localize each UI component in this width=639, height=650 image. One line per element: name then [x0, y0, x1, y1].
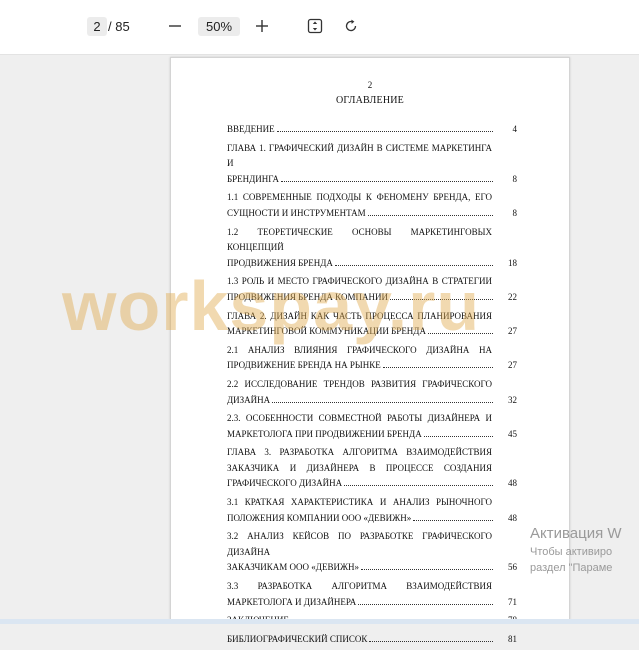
- toc-entry-text: 2.2 ИССЛЕДОВАНИЕ ТРЕНДОВ РАЗВИТИЯ ГРАФИЧ…: [227, 378, 492, 389]
- toc-entry-text: БИБЛИОГРАФИЧЕСКИЙ СПИСОК: [227, 633, 368, 644]
- toc-entry-text: ЗАКАЗЧИКА И ДИЗАЙНЕРА В ПРОЦЕССЕ СОЗДАНИ…: [227, 462, 492, 473]
- toc-entry-page: 45: [508, 428, 517, 439]
- toc-title: ОГЛАВЛЕНИЕ: [336, 95, 404, 106]
- dot-leader: [369, 640, 493, 642]
- toc-entry-page: 8: [512, 173, 518, 184]
- dot-leader: [276, 131, 493, 132]
- toc-entry[interactable]: БИБЛИОГРАФИЧЕСКИЙ СПИСОК 81: [227, 632, 517, 648]
- toc-entry-text: МАРКЕТОЛОГА И ДИЗАЙНЕРА: [227, 596, 357, 607]
- toc-entry-page: 71: [508, 596, 517, 607]
- toc-entry[interactable]: 3.3 РАЗРАБОТКА АЛГОРИТМА ВЗАИМОДЕЙСТВИЯ М…: [227, 579, 517, 610]
- dot-leader: [367, 214, 493, 216]
- toc-entry[interactable]: 2.3. ОСОБЕННОСТИ СОВМЕСТНОЙ РАБОТЫ ДИЗАЙ…: [227, 411, 517, 442]
- dot-leader: [272, 401, 493, 403]
- toc-entry-page: 27: [508, 360, 517, 371]
- toc-entry[interactable]: ГЛАВА 1. ГРАФИЧЕСКИЙ ДИЗАЙН В СИСТЕМЕ МА…: [227, 141, 517, 188]
- toc-entry[interactable]: 3.1 КРАТКАЯ ХАРАКТЕРИСТИКА И АНАЛИЗ РЫНО…: [227, 495, 517, 526]
- page-number: 2: [367, 80, 373, 90]
- page-number-input[interactable]: 2: [87, 17, 107, 36]
- toc-entry-page: 81: [508, 633, 517, 644]
- dot-leader: [382, 367, 493, 369]
- toc-entry-text: СУЩНОСТИ И ИНСТРУМЕНТАМ: [227, 207, 366, 218]
- toc-entry-page: 32: [508, 394, 517, 405]
- toc-entry[interactable]: 2.1 АНАЛИЗ ВЛИЯНИЯ ГРАФИЧЕСКОГО ДИЗАЙНА …: [227, 343, 517, 374]
- toc-entry[interactable]: 1.1 СОВРЕМЕННЫЕ ПОДХОДЫ К ФЕНОМЕНУ БРЕНД…: [227, 190, 517, 221]
- dot-leader: [281, 180, 493, 182]
- dot-leader: [413, 519, 493, 521]
- toc-entry-page: 27: [508, 326, 517, 337]
- viewer-toolbar: 2 / 85 50%: [0, 0, 639, 55]
- toc-entry-page: 56: [508, 562, 517, 573]
- dot-leader: [423, 435, 493, 437]
- toc-entry-text: 3.1 КРАТКАЯ ХАРАКТЕРИСТИКА И АНАЛИЗ РЫНО…: [227, 497, 492, 508]
- toc-entry[interactable]: 3.2 АНАЛИЗ КЕЙСОВ ПО РАЗРАБОТКЕ ГРАФИЧЕС…: [227, 529, 517, 576]
- toc-entry-text: МАРКЕТОЛОГА ПРИ ПРОДВИЖЕНИИ БРЕНДА: [227, 428, 422, 439]
- watermark: workspay.ru: [62, 267, 481, 345]
- toc-entry-page: 18: [508, 257, 517, 268]
- rotate-icon: [345, 19, 357, 32]
- dot-leader: [361, 569, 493, 571]
- table-of-contents: ВВЕДЕНИЕ 4 ГЛАВА 1. ГРАФИЧЕСКИЙ ДИЗАЙН В С…: [227, 122, 517, 650]
- toc-entry-text: 1.1 СОВРЕМЕННЫЕ ПОДХОДЫ К ФЕНОМЕНУ БРЕНД…: [227, 192, 492, 203]
- toc-entry-text: 2.3. ОСОБЕННОСТИ СОВМЕСТНОЙ РАБОТЫ ДИЗАЙ…: [227, 413, 492, 424]
- toc-entry-text: ПРОДВИЖЕНИЕ БРЕНДА НА РЫНКЕ: [227, 360, 381, 371]
- activation-line-2: раздел "Параме: [530, 562, 613, 574]
- zoom-out-button[interactable]: [163, 14, 187, 38]
- toc-entry[interactable]: ГЛАВА 3. РАЗРАБОТКА АЛГОРИТМА ВЗАИМОДЕЙС…: [227, 445, 517, 492]
- toc-entry-text: ГЛАВА 3. РАЗРАБОТКА АЛГОРИТМА ВЗАИМОДЕЙС…: [227, 447, 492, 458]
- toc-entry-text: ПОЛОЖЕНИЯ КОМПАНИИ ООО «ДЕВИЖН»: [227, 512, 412, 523]
- toc-entry-text: БРЕНДИНГА: [227, 173, 280, 184]
- toc-entry-page: 48: [508, 478, 517, 489]
- activation-line-1: Чтобы активиро: [530, 546, 613, 558]
- plus-icon: [256, 20, 268, 32]
- toc-entry-text: 1.2 ТЕОРЕТИЧЕСКИЕ ОСНОВЫ МАРКЕТИНГОВЫХ К…: [227, 226, 492, 253]
- toc-entry-text: 3.2 АНАЛИЗ КЕЙСОВ ПО РАЗРАБОТКЕ ГРАФИЧЕС…: [227, 531, 492, 557]
- toc-entry-page: 22: [508, 291, 517, 302]
- windows-activation-notice: Активация W Чтобы активиро раздел "Парам…: [530, 524, 622, 576]
- fit-page-button[interactable]: [303, 14, 327, 38]
- dot-leader: [344, 485, 493, 487]
- toc-entry-page: 8: [512, 207, 518, 218]
- activation-title: Активация W: [530, 525, 622, 542]
- toc-entry-text: ВВЕДЕНИЕ: [227, 124, 275, 134]
- toc-entry-text: ГЛАВА 1. ГРАФИЧЕСКИЙ ДИЗАЙН В СИСТЕМЕ МА…: [227, 142, 492, 169]
- toc-entry-page: 4: [512, 124, 518, 134]
- page-total-label: / 85: [108, 19, 130, 34]
- toc-entry-text: ГРАФИЧЕСКОГО ДИЗАЙНА: [227, 478, 343, 489]
- zoom-level[interactable]: 50%: [198, 17, 240, 36]
- fit-page-icon: [307, 18, 323, 34]
- toc-entry-text: ЗАКАЗЧИКАМ ООО «ДЕВИЖН»: [227, 562, 360, 573]
- toc-entry-page: 48: [508, 512, 517, 523]
- toc-entry[interactable]: 1.2 ТЕОРЕТИЧЕСКИЕ ОСНОВЫ МАРКЕТИНГОВЫХ К…: [227, 225, 517, 272]
- dot-leader: [358, 603, 493, 605]
- minus-icon: [169, 25, 181, 27]
- rotate-button[interactable]: [339, 14, 363, 38]
- toc-entry[interactable]: 2.2 ИССЛЕДОВАНИЕ ТРЕНДОВ РАЗВИТИЯ ГРАФИЧ…: [227, 377, 517, 408]
- zoom-in-button[interactable]: [250, 14, 274, 38]
- taskbar-strip: [0, 619, 639, 624]
- toc-entry-text: 3.3 РАЗРАБОТКА АЛГОРИТМА ВЗАИМОДЕЙСТВИЯ: [227, 581, 492, 592]
- toc-entry[interactable]: ВВЕДЕНИЕ 4: [227, 122, 517, 138]
- toc-entry-text: ДИЗАЙНА: [227, 394, 271, 405]
